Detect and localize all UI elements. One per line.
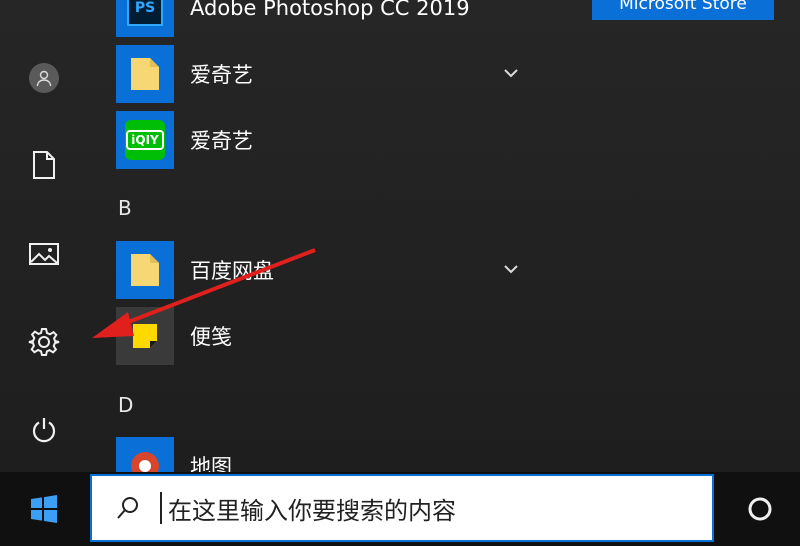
app-list: PS Adobe Photoshop CC 2019 爱奇艺 iQIY 爱奇艺 … [88,0,568,495]
chevron-down-icon[interactable] [500,258,522,280]
user-icon [29,63,59,93]
app-sticky-notes[interactable]: 便笺 [116,306,546,366]
cortana-button[interactable] [724,472,796,546]
section-header-d[interactable]: D [118,393,133,417]
folder-tile [116,241,174,299]
app-iqiyi-folder[interactable]: 爱奇艺 [116,44,546,104]
search-input[interactable]: 在这里输入你要搜索的内容 [168,491,456,526]
settings-icon [28,328,60,356]
windows-logo-icon [31,495,57,523]
settings-button[interactable] [16,314,72,370]
pictures-button[interactable] [16,226,72,282]
user-account-button[interactable] [16,50,72,106]
photoshop-tile: PS [116,0,174,37]
search-box[interactable]: 在这里输入你要搜索的内容 [90,474,714,542]
app-label: Adobe Photoshop CC 2019 [190,0,470,20]
sticky-notes-tile [116,307,174,365]
sticky-notes-icon [133,324,157,348]
app-adobe-photoshop[interactable]: PS Adobe Photoshop CC 2019 [116,0,546,38]
cortana-icon [748,497,772,521]
start-menu: PS Adobe Photoshop CC 2019 爱奇艺 iQIY 爱奇艺 … [0,0,800,495]
section-header-b[interactable]: B [118,196,132,220]
documents-icon [33,151,55,179]
app-label: 百度网盘 [190,259,274,283]
documents-button[interactable] [16,137,72,193]
photoshop-icon: PS [127,0,163,26]
app-label: 便笺 [190,325,232,349]
search-icon [117,497,138,519]
start-rail [0,0,88,472]
app-label: 爱奇艺 [190,129,253,153]
text-cursor [160,492,162,524]
app-iqiyi[interactable]: iQIY 爱奇艺 [116,110,546,170]
pictures-icon [29,243,59,265]
folder-tile [116,45,174,103]
app-label: 爱奇艺 [190,63,253,87]
iqiyi-icon: iQIY [125,120,165,160]
iqiyi-tile: iQIY [116,111,174,169]
power-icon [32,418,56,443]
app-baidu-netdisk-folder[interactable]: 百度网盘 [116,240,546,300]
microsoft-store-tile[interactable]: Microsoft Store [592,0,774,20]
chevron-down-icon[interactable] [500,62,522,84]
start-button[interactable] [0,472,88,546]
taskbar: 在这里输入你要搜索的内容 [0,472,800,546]
power-button[interactable] [16,402,72,458]
folder-icon [131,254,159,286]
folder-icon [131,58,159,90]
